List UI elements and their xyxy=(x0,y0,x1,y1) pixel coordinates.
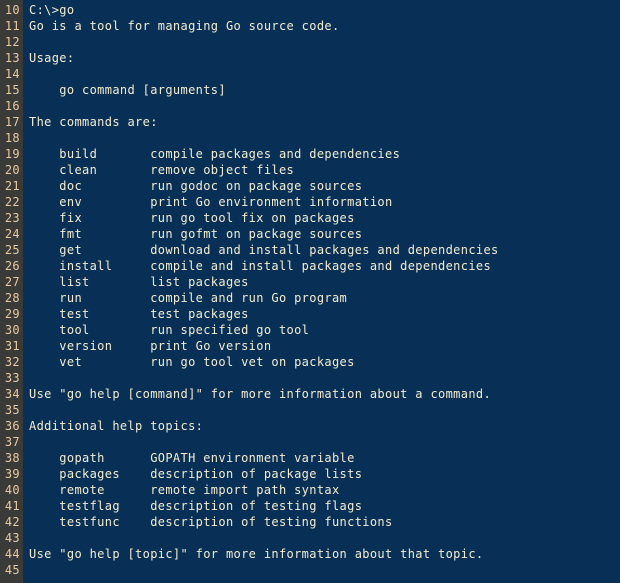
line-number: 17 xyxy=(4,115,20,129)
code-line[interactable] xyxy=(29,562,620,578)
code-line[interactable]: install compile and install packages and… xyxy=(29,258,620,274)
line-number: 22 xyxy=(4,195,20,209)
line-number: 13 xyxy=(4,51,20,65)
line-number: 41 xyxy=(4,499,20,513)
line-number: 12 xyxy=(4,35,20,49)
code-line[interactable] xyxy=(29,34,620,50)
line-number: 16 xyxy=(4,99,20,113)
line-number: 35 xyxy=(4,403,20,417)
line-number: 21 xyxy=(4,179,20,193)
code-line[interactable]: fmt run gofmt on package sources xyxy=(29,226,620,242)
line-number: 38 xyxy=(4,451,20,465)
code-line[interactable] xyxy=(29,370,620,386)
code-line[interactable]: Use "go help [command]" for more informa… xyxy=(29,386,620,402)
line-number: 33 xyxy=(4,371,20,385)
line-number: 40 xyxy=(4,483,20,497)
line-number: 11 xyxy=(4,19,20,33)
code-line[interactable]: packages description of package lists xyxy=(29,466,620,482)
line-number: 19 xyxy=(4,147,20,161)
code-line[interactable]: Use "go help [topic]" for more informati… xyxy=(29,546,620,562)
line-number: 24 xyxy=(4,227,20,241)
code-line[interactable]: clean remove object files xyxy=(29,162,620,178)
code-line[interactable]: The commands are: xyxy=(29,114,620,130)
code-line[interactable] xyxy=(29,98,620,114)
line-number: 23 xyxy=(4,211,20,225)
code-content-area[interactable]: C:\>go Go is a tool for managing Go sourc… xyxy=(23,0,620,583)
line-number: 32 xyxy=(4,355,20,369)
code-line[interactable]: get download and install packages and de… xyxy=(29,242,620,258)
line-number: 34 xyxy=(4,387,20,401)
code-line[interactable] xyxy=(29,402,620,418)
line-number: 39 xyxy=(4,467,20,481)
line-number: 37 xyxy=(4,435,20,449)
line-number: 27 xyxy=(4,275,20,289)
line-number: 20 xyxy=(4,163,20,177)
code-line[interactable]: doc run godoc on package sources xyxy=(29,178,620,194)
line-number: 28 xyxy=(4,291,20,305)
code-line[interactable]: run compile and run Go program xyxy=(29,290,620,306)
code-line[interactable]: list list packages xyxy=(29,274,620,290)
code-line[interactable] xyxy=(29,434,620,450)
code-line[interactable]: version print Go version xyxy=(29,338,620,354)
code-line[interactable]: env print Go environment information xyxy=(29,194,620,210)
code-line[interactable]: build compile packages and dependencies xyxy=(29,146,620,162)
code-line[interactable]: fix run go tool fix on packages xyxy=(29,210,620,226)
line-number: 15 xyxy=(4,83,20,97)
line-number: 31 xyxy=(4,339,20,353)
code-line[interactable]: Go is a tool for managing Go source code… xyxy=(29,18,620,34)
code-line[interactable]: Usage: xyxy=(29,50,620,66)
code-line[interactable]: testfunc description of testing function… xyxy=(29,514,620,530)
code-line[interactable]: test test packages xyxy=(29,306,620,322)
code-line[interactable]: vet run go tool vet on packages xyxy=(29,354,620,370)
code-line[interactable]: testflag description of testing flags xyxy=(29,498,620,514)
code-line[interactable] xyxy=(29,66,620,82)
line-number: 30 xyxy=(4,323,20,337)
code-editor: 10 11 12 13 14 15 16 17 18 19 20 21 22 23 24 25 26 27 28 29… xyxy=(0,0,620,583)
code-line[interactable] xyxy=(29,130,620,146)
line-number-gutter: 10 11 12 13 14 15 16 17 18 19 20 21 22 23 24 25 26 27 28 29… xyxy=(0,0,23,583)
line-number: 42 xyxy=(4,515,20,529)
line-number: 14 xyxy=(4,67,20,81)
line-number: 26 xyxy=(4,259,20,273)
line-number: 18 xyxy=(4,131,20,145)
line-number: 45 xyxy=(4,563,20,577)
line-number: 10 xyxy=(4,3,20,17)
line-number: 29 xyxy=(4,307,20,321)
code-line[interactable] xyxy=(29,530,620,546)
code-line[interactable]: remote remote import path syntax xyxy=(29,482,620,498)
line-number: 36 xyxy=(4,419,20,433)
code-line[interactable]: C:\>go xyxy=(29,2,620,18)
code-line[interactable]: gopath GOPATH environment variable xyxy=(29,450,620,466)
line-number: 43 xyxy=(4,531,20,545)
code-line[interactable]: go command [arguments] xyxy=(29,82,620,98)
code-line[interactable]: tool run specified go tool xyxy=(29,322,620,338)
code-line[interactable]: Additional help topics: xyxy=(29,418,620,434)
line-number: 25 xyxy=(4,243,20,257)
line-number: 44 xyxy=(4,547,20,561)
